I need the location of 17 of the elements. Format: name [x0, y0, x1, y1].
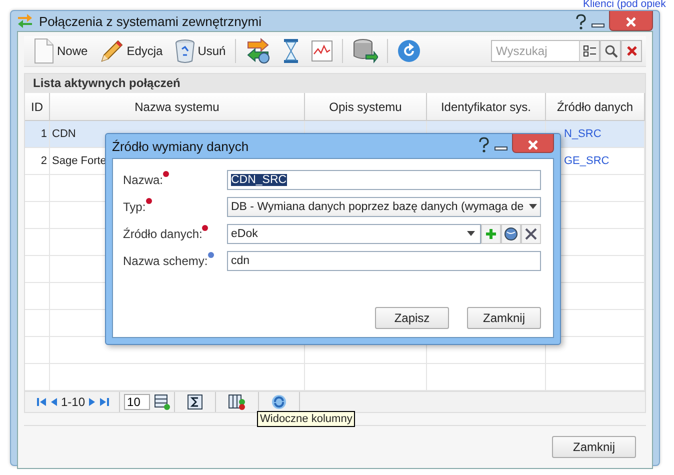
table-cell: 1 [40, 128, 47, 140]
field-label: Typ: [123, 200, 146, 214]
dialog-title: Źródło wymiany danych [112, 138, 250, 154]
window-title: Połączenia z systemami zewnętrznymi [39, 14, 263, 28]
field-value: eDok [231, 228, 258, 240]
table-cell: Sage Forte [52, 155, 106, 167]
table-cell: 2 [40, 155, 47, 167]
grid-title: Lista aktywnych połączeń [25, 74, 645, 93]
table-cell: GE_SRC [564, 155, 610, 167]
table-cell: CDN [52, 128, 76, 140]
field-label: Źródło danych: [123, 226, 202, 240]
field-value: DB - Wymiana danych poprzez bazę danych (wymaga de [231, 200, 524, 212]
page-range: 1-10 [61, 395, 86, 409]
table-cell: N_SRC [564, 128, 602, 140]
field-label: Nazwa schemy: [123, 254, 208, 268]
field-label: Nazwa: [123, 172, 164, 186]
tooltip: Widoczne kolumny [257, 411, 356, 427]
